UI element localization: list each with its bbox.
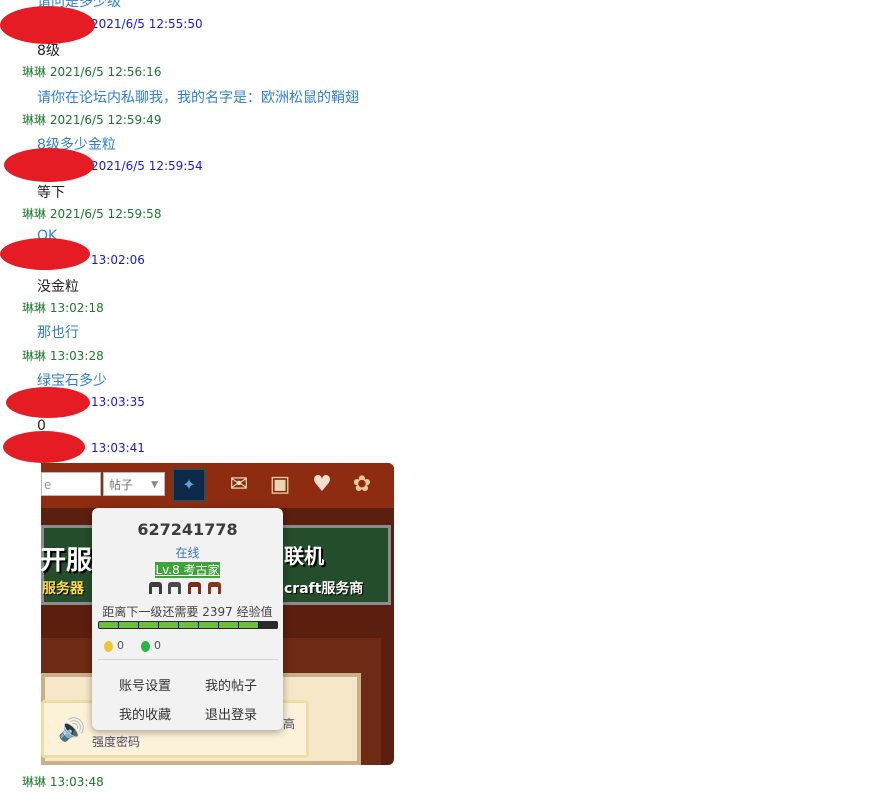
xp-bar-divider [158, 622, 159, 628]
chat-message: 请你在论坛内私聊我，我的名字是：欧洲松鼠的鞘翅 [37, 90, 359, 106]
user-popup-card: 627241778 在线 Lv.8 考古家 距离下一级还需要 2397 经验值 … [92, 508, 283, 730]
emerald-count: 0 [154, 639, 161, 652]
chat-message: 没金粒 [37, 279, 79, 295]
message-time: 13:02:06 [91, 253, 145, 267]
redacted-username [6, 387, 90, 418]
message-sender: 琳琳 [22, 113, 47, 127]
avatar-icon: ✦ [172, 468, 206, 502]
message-header: 13:03:35 [91, 395, 145, 409]
xp-bar-divider [238, 622, 239, 628]
helmet-icon [168, 582, 181, 594]
divider [98, 659, 278, 660]
box-icon: ▣ [269, 472, 291, 497]
redacted-username [0, 6, 95, 44]
redacted-username [4, 148, 94, 182]
xp-value: 2397 [202, 605, 233, 619]
message-sender: 琳琳 [22, 301, 47, 315]
logout-link[interactable]: 退出登录 [205, 704, 257, 723]
search-input: e [41, 472, 101, 496]
redacted-username [3, 431, 85, 463]
chat-message: 8级 [37, 43, 60, 59]
chevron-down-icon: ▼ [151, 480, 158, 490]
envelope-icon: ✉ [229, 472, 249, 497]
search-type-select: 帖子 ▼ [103, 472, 165, 496]
message-header: 琳琳 2021/6/5 12:59:58 [22, 205, 161, 222]
online-status: 在线 [175, 546, 200, 560]
user-id: 627241778 [137, 520, 238, 539]
xp-progress-bar [98, 621, 278, 629]
xp-remaining-text: 距离下一级还需要 2397 经验值 [92, 603, 283, 620]
redacted-username [0, 238, 90, 270]
level-badge[interactable]: Lv.8 考古家 [155, 562, 220, 578]
xp-suffix: 经验值 [236, 605, 273, 619]
my-posts-link[interactable]: 我的帖子 [205, 675, 257, 694]
banner-subtitle-right: craft服务商 [284, 581, 364, 597]
xp-progress-fill [99, 622, 260, 628]
emerald-icon [141, 640, 150, 652]
chat-message: 那也行 [37, 325, 79, 341]
gift-icon: ♥ [312, 472, 332, 497]
message-time: 13:03:41 [91, 441, 145, 455]
banner-title-right: 联机 [284, 544, 324, 568]
select-label: 帖子 [109, 478, 134, 492]
my-favorites-link[interactable]: 我的收藏 [119, 704, 171, 723]
xp-bar-divider [218, 622, 219, 628]
message-time: 2021/6/5 12:59:54 [91, 159, 203, 173]
message-time: 2021/6/5 12:55:50 [91, 17, 203, 31]
xp-prefix: 距离下一级还需要 [102, 605, 199, 619]
banner-subtitle-left: 服务器 [42, 581, 84, 597]
message-header: 13:02:06 [91, 253, 145, 267]
message-sender: 琳琳 [22, 349, 47, 363]
notice-line-1: 高 [283, 717, 296, 731]
message-header: 琳琳 2021/6/5 12:56:16 [22, 63, 161, 80]
account-settings-link[interactable]: 账号设置 [119, 675, 171, 694]
forum-toolbar: e 帖子 ▼ ✦ ✉ ▣ ♥ ✿ [41, 463, 394, 508]
message-header: 13:03:41 [91, 441, 145, 455]
message-time: 13:02:18 [49, 301, 104, 315]
message-time: 13:03:48 [49, 775, 104, 789]
emerald-counter: 0 [141, 639, 161, 652]
helmet-icon [149, 582, 162, 594]
message-header: 2021/6/5 12:59:54 [91, 159, 203, 173]
message-header: 琳琳 13:03:48 [22, 773, 104, 790]
message-time: 2021/6/5 12:59:49 [49, 113, 162, 127]
helmet-icon [188, 582, 201, 594]
palette-icon: ✿ [352, 472, 372, 497]
message-header: 琳琳 13:02:18 [22, 299, 104, 316]
message-header: 琳琳 13:03:28 [22, 347, 104, 364]
speaker-icon: 🔊 [58, 718, 86, 743]
message-sender: 琳琳 [22, 65, 47, 79]
notice-line-2: 强度密码 [92, 735, 141, 749]
message-sender: 琳琳 [22, 775, 47, 789]
chat-message: 等下 [37, 185, 65, 201]
message-header: 琳琳 2021/6/5 12:59:49 [22, 111, 161, 128]
xp-bar-divider [258, 622, 259, 628]
xp-bar-divider [138, 622, 139, 628]
gold-counter: 0 [104, 639, 124, 652]
message-time: 2021/6/5 12:59:58 [49, 207, 162, 221]
message-time: 13:03:35 [91, 395, 145, 409]
message-header: 2021/6/5 12:55:50 [91, 17, 203, 31]
message-time: 2021/6/5 12:56:16 [49, 65, 162, 79]
message-time: 13:03:28 [49, 349, 104, 363]
xp-bar-divider [198, 622, 199, 628]
message-sender: 琳琳 [22, 207, 47, 221]
xp-bar-divider [178, 622, 179, 628]
gold-nugget-icon [104, 640, 113, 652]
helmet-icon [208, 582, 221, 594]
banner-title-left: 开服 [41, 546, 93, 576]
xp-bar-divider [118, 622, 119, 628]
gold-count: 0 [117, 639, 124, 652]
